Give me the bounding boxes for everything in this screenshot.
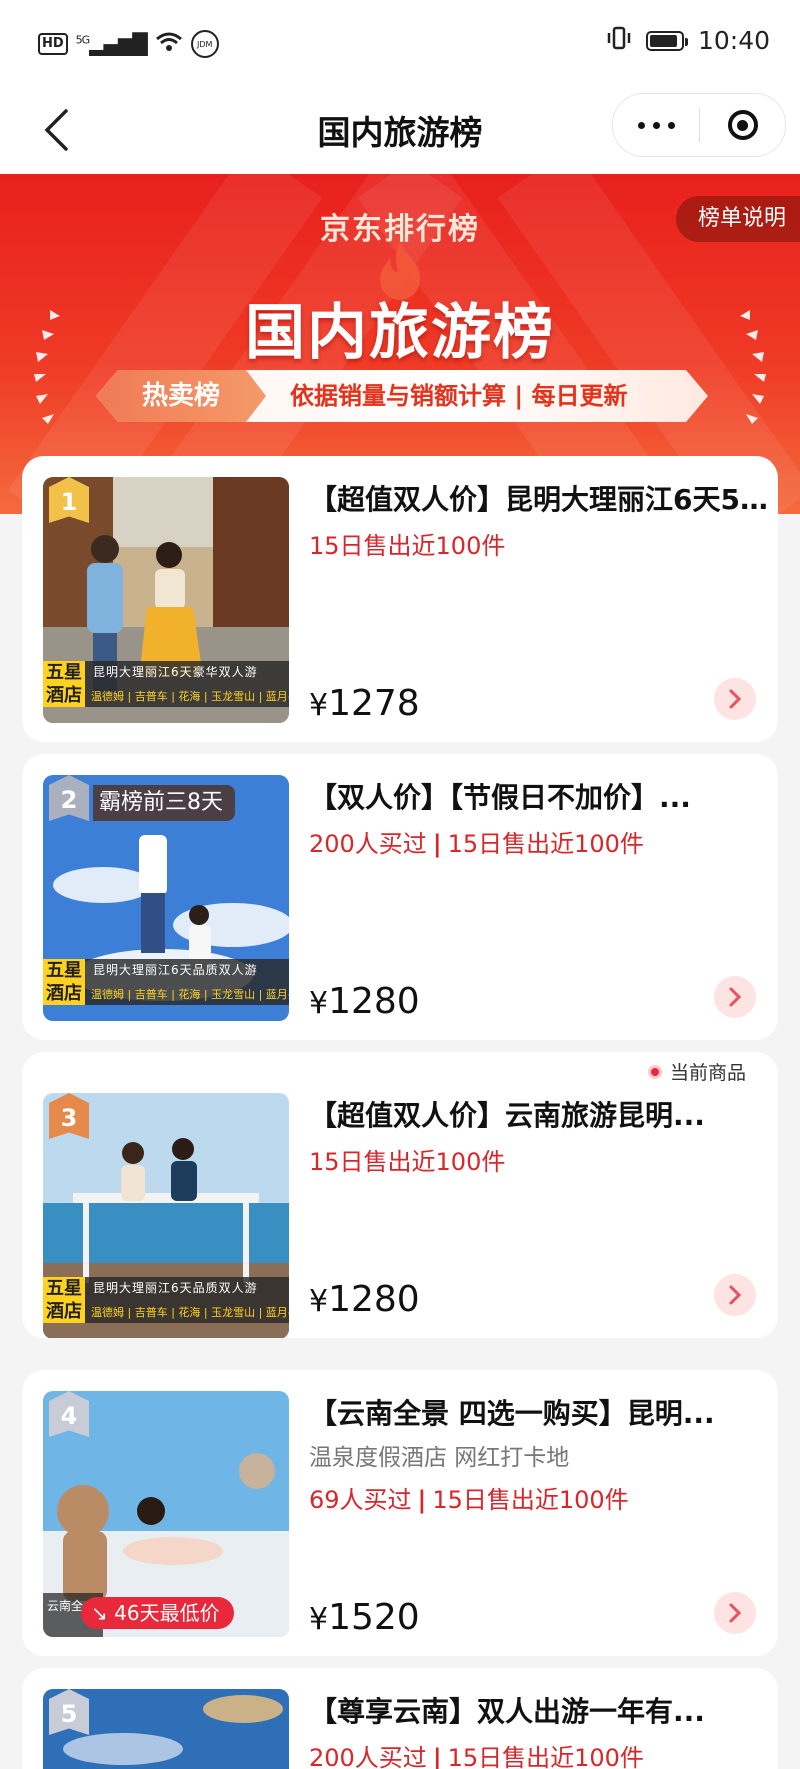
separator: | — [417, 1486, 427, 1514]
currency-symbol: ¥ — [309, 986, 329, 1021]
product-card-1[interactable]: 1 五星酒店 昆明大理丽江6天豪华双人游 温德姆 | 吉普车 | 花海 | 玉龙… — [22, 456, 778, 742]
current-item-indicator: 当前商品 — [647, 1058, 746, 1085]
status-left: HD 5G▂▄▆█ JDM — [38, 30, 219, 58]
bought-count: 200人买过 — [309, 1744, 427, 1769]
price-value: 1520 — [328, 1597, 420, 1638]
go-arrow-button[interactable] — [714, 976, 756, 1018]
chevron-right-icon — [729, 689, 742, 709]
product-title[interactable]: 【双人价】【节假日不加价】... — [309, 778, 778, 818]
network-type: 5G — [75, 33, 90, 47]
chevron-right-icon — [729, 987, 742, 1007]
mini-program-capsule — [612, 93, 786, 157]
product-card-3[interactable]: 当前商品 3 五星酒店 昆明大理丽江6天品质双人游 温德姆 | 吉普车 | 花海… — [22, 1052, 778, 1338]
record-target-icon[interactable] — [700, 94, 785, 156]
status-right: 10:40 — [606, 26, 770, 55]
currency-symbol: ¥ — [309, 688, 329, 723]
wifi-icon — [155, 31, 183, 58]
product-card-5[interactable]: 5 【尊享云南】双人出游一年有... 200人买过 | 15日售出近100件 — [22, 1668, 778, 1769]
laurel-right-icon — [740, 310, 766, 424]
explain-button[interactable]: 榜单说明 — [675, 196, 800, 242]
strip-title: 昆明大理丽江6天品质双人游 — [93, 1281, 258, 1295]
product-price: ¥1520 — [309, 1597, 420, 1638]
product-card-4[interactable]: 4 云南全 ↘ 46天最低价 【云南全景 四选一购买】昆明... 温泉度假酒店 … — [22, 1370, 778, 1656]
product-image[interactable]: 4 云南全 ↘ 46天最低价 — [43, 1391, 289, 1637]
price-value: 1278 — [328, 683, 420, 724]
lowest-price-label: 46天最低价 — [114, 1601, 220, 1625]
image-strip: 昆明大理丽江6天品质双人游 温德姆 | 吉普车 | 花海 | 玉龙雪山 | 蓝月… — [85, 1277, 289, 1323]
sales-info: 15日售出近100件 — [309, 526, 505, 561]
product-title[interactable]: 【超值双人价】昆明大理丽江6天5晚跟团游 — [309, 480, 778, 520]
product-image[interactable]: 2 霸榜前三8天 五星酒店 昆明大理丽江6天品质双人游 温德姆 | 吉普车 | … — [43, 775, 289, 1021]
vibrate-icon — [606, 26, 632, 55]
image-strip: 昆明大理丽江6天豪华双人游 温德姆 | 吉普车 | 花海 | 玉龙雪山 | 蓝月… — [85, 661, 289, 707]
currency-symbol: ¥ — [309, 1602, 329, 1637]
clock: 10:40 — [697, 26, 770, 55]
product-price: ¥1280 — [309, 1279, 420, 1320]
status-bar: HD 5G▂▄▆█ JDM 10:40 — [0, 0, 800, 88]
product-image[interactable]: 5 — [43, 1689, 289, 1769]
price-value: 1280 — [328, 981, 420, 1022]
sales-info: 69人买过 | 15日售出近100件 — [309, 1480, 629, 1515]
feature-tags: 温泉度假酒店 网红打卡地 — [309, 1445, 570, 1471]
price-value: 1280 — [328, 1279, 420, 1320]
separator: | — [432, 1744, 442, 1769]
signal-icon: 5G▂▄▆█ — [75, 32, 148, 56]
current-item-label: 当前商品 — [669, 1062, 746, 1084]
go-arrow-button[interactable] — [714, 678, 756, 720]
chevron-right-icon — [729, 1603, 742, 1623]
chevron-right-icon — [729, 1285, 742, 1305]
product-title[interactable]: 【云南全景 四选一购买】昆明... — [309, 1394, 778, 1434]
sales-count: 15日售出近100件 — [309, 532, 506, 560]
product-image[interactable]: 3 五星酒店 昆明大理丽江6天品质双人游 温德姆 | 吉普车 | 花海 | 玉龙… — [43, 1093, 289, 1338]
sales-info: 200人买过 | 15日售出近100件 — [309, 824, 644, 859]
current-dot-icon — [647, 1064, 662, 1079]
ranking-ribbon: 热卖榜 依据销量与销额计算 | 每日更新 — [96, 370, 708, 422]
sales-count: 15日售出近100件 — [432, 1486, 629, 1514]
separator: | — [432, 830, 442, 858]
strip-spots: 温德姆 | 吉普车 | 花海 | 玉龙雪山 | 蓝月谷 — [91, 690, 289, 703]
sales-info: 15日售出近100件 — [309, 1142, 505, 1177]
sales-count: 15日售出近100件 — [309, 1148, 506, 1176]
sales-count: 15日售出近100件 — [447, 830, 644, 858]
product-price: ¥1280 — [309, 981, 420, 1022]
ranking-description: 依据销量与销额计算 | 每日更新 — [290, 382, 628, 410]
strip-title: 昆明大理丽江6天品质双人游 — [93, 963, 258, 977]
laurel-left-icon — [34, 310, 60, 424]
sales-info: 200人买过 | 15日售出近100件 — [309, 1738, 644, 1769]
trend-down-icon: ↘ — [91, 1601, 115, 1625]
strip-spots: 温德姆 | 吉普车 | 花海 | 玉龙雪山 | 蓝月谷 — [91, 988, 289, 1001]
top-three-badge: 霸榜前三8天 — [93, 785, 235, 821]
hd-indicator: HD — [38, 33, 68, 55]
go-arrow-button[interactable] — [714, 1274, 756, 1316]
product-title[interactable]: 【尊享云南】双人出游一年有... — [309, 1692, 778, 1732]
strip-title: 昆明大理丽江6天豪华双人游 — [93, 665, 258, 679]
more-dots-icon[interactable] — [613, 94, 699, 156]
strip-spots: 温德姆 | 吉普车 | 花海 | 玉龙雪山 | 蓝月谷 — [91, 1306, 289, 1319]
bought-count: 200人买过 — [309, 830, 427, 858]
product-image[interactable]: 1 五星酒店 昆明大理丽江6天豪华双人游 温德姆 | 吉普车 | 花海 | 玉龙… — [43, 477, 289, 723]
product-title[interactable]: 【超值双人价】云南旅游昆明... — [309, 1096, 778, 1136]
sales-count: 15日售出近100件 — [447, 1744, 644, 1769]
jdm-icon: JDM — [190, 30, 219, 58]
five-star-hotel-tag: 五星酒店 — [43, 1277, 85, 1323]
bought-count: 69人买过 — [309, 1486, 412, 1514]
product-price: ¥1278 — [309, 683, 420, 724]
hot-sale-tag: 热卖榜 — [96, 370, 266, 422]
image-strip: 昆明大理丽江6天品质双人游 温德姆 | 吉普车 | 花海 | 玉龙雪山 | 蓝月… — [85, 959, 289, 1005]
banner-title: 国内旅游榜 — [245, 298, 555, 368]
battery-icon — [645, 30, 688, 51]
lowest-price-tag: ↘ 46天最低价 — [81, 1597, 234, 1629]
nav-bar: 国内旅游榜 — [0, 88, 800, 174]
battery-fill — [649, 34, 677, 47]
currency-symbol: ¥ — [309, 1284, 329, 1319]
five-star-hotel-tag: 五星酒店 — [43, 959, 85, 1005]
five-star-hotel-tag: 五星酒店 — [43, 661, 85, 707]
go-arrow-button[interactable] — [714, 1592, 756, 1634]
product-card-2[interactable]: 2 霸榜前三8天 五星酒店 昆明大理丽江6天品质双人游 温德姆 | 吉普车 | … — [22, 754, 778, 1040]
